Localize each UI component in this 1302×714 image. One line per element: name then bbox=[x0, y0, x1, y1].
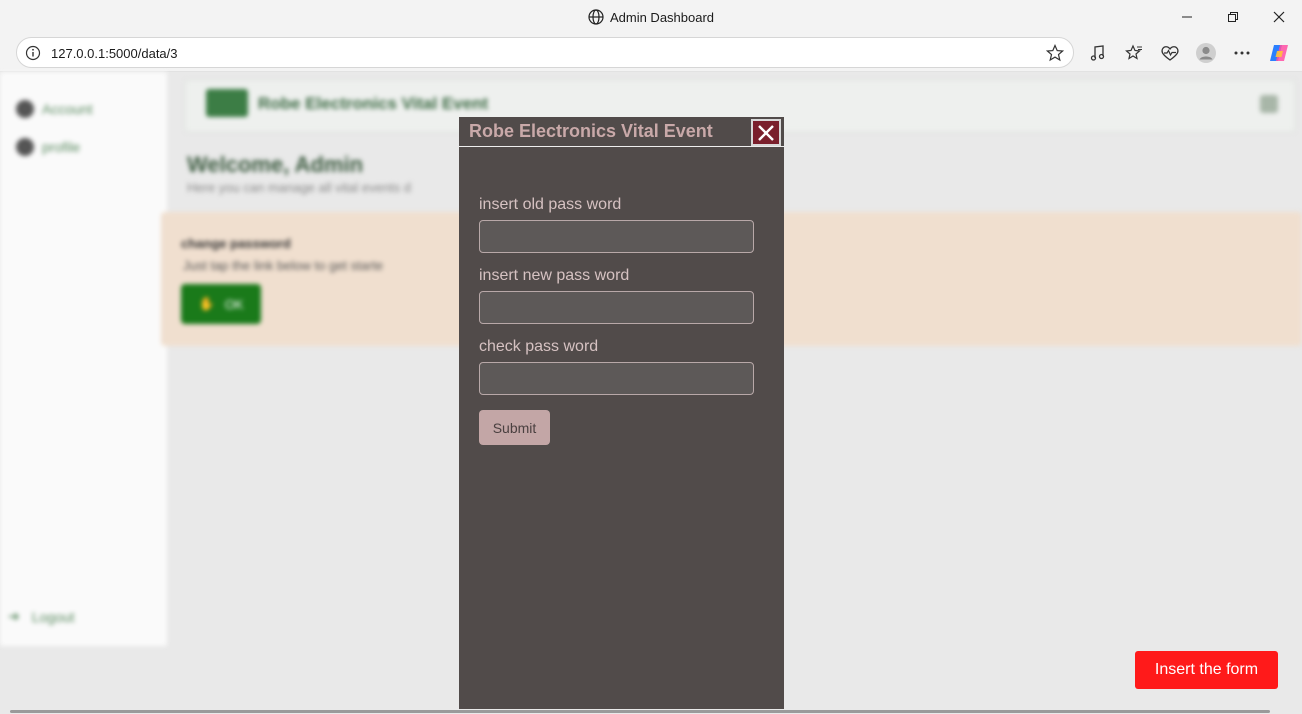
old-password-label: insert old pass word bbox=[479, 196, 622, 213]
restore-button[interactable] bbox=[1221, 6, 1245, 28]
alert-ok-button[interactable]: ✋ OK bbox=[181, 284, 261, 324]
insert-form-button[interactable]: Insert the form bbox=[1135, 651, 1278, 689]
browser-titlebar: Admin Dashboard bbox=[0, 0, 1302, 34]
new-password-label: insert new pass word bbox=[479, 267, 630, 284]
alert-button-label: OK bbox=[224, 296, 244, 312]
confirm-password-label: check pass word bbox=[479, 338, 599, 355]
favorite-star-icon[interactable] bbox=[1046, 44, 1064, 62]
close-window-button[interactable] bbox=[1267, 6, 1291, 28]
submit-button[interactable]: Submit bbox=[479, 410, 550, 445]
window-title-text: Admin Dashboard bbox=[609, 10, 715, 25]
restore-icon bbox=[1228, 12, 1238, 22]
new-password-input[interactable] bbox=[479, 291, 754, 324]
logout-link[interactable]: ➜ Logout bbox=[8, 608, 75, 625]
sidebar-item-label: profile bbox=[42, 139, 81, 155]
modal-close-button[interactable] bbox=[751, 119, 781, 146]
account-icon bbox=[16, 100, 34, 118]
more-options-icon[interactable] bbox=[1231, 42, 1253, 64]
menu-icon[interactable] bbox=[1260, 95, 1278, 113]
alert-text: Just tap the link below to get starte bbox=[183, 258, 384, 273]
site-info-icon[interactable] bbox=[25, 45, 41, 61]
media-icon[interactable] bbox=[1087, 42, 1109, 64]
logout-label: Logout bbox=[31, 608, 75, 625]
minimize-button[interactable] bbox=[1175, 6, 1199, 28]
welcome-heading: Welcome, Admin bbox=[187, 152, 364, 177]
modal-title: Robe Electronics Vital Event bbox=[469, 121, 713, 141]
close-icon bbox=[1273, 11, 1285, 23]
close-icon bbox=[758, 124, 774, 141]
logo bbox=[206, 89, 248, 117]
sidebar-item-label: Account bbox=[42, 101, 93, 117]
favorites-icon[interactable] bbox=[1123, 42, 1145, 64]
logout-icon: ➜ bbox=[8, 608, 20, 624]
window-title: Admin Dashboard bbox=[0, 9, 1302, 25]
url-text[interactable]: 127.0.0.1:5000/data/3 bbox=[51, 46, 178, 61]
horizontal-scrollbar[interactable] bbox=[10, 710, 1270, 713]
hand-icon: ✋ bbox=[198, 296, 215, 311]
minimize-icon bbox=[1182, 16, 1192, 18]
browser-toolbar: 127.0.0.1:5000/data/3 bbox=[0, 34, 1302, 72]
welcome-subtext: Here you can manage all vital events d bbox=[187, 180, 412, 195]
address-bar[interactable]: 127.0.0.1:5000/data/3 bbox=[16, 37, 1074, 68]
globe-icon bbox=[588, 9, 604, 25]
profile-icon bbox=[16, 138, 34, 156]
modal-header: Robe Electronics Vital Event bbox=[459, 117, 784, 147]
copilot-icon[interactable] bbox=[1268, 42, 1290, 64]
alert-heading: change password bbox=[181, 236, 291, 251]
sidebar-item-profile[interactable]: profile bbox=[16, 138, 80, 156]
health-icon[interactable] bbox=[1159, 42, 1181, 64]
sidebar: Account profile bbox=[0, 72, 167, 646]
profile-avatar-icon[interactable] bbox=[1195, 42, 1217, 64]
old-password-input[interactable] bbox=[479, 220, 754, 253]
brand-name: Robe Electronics Vital Event bbox=[258, 94, 489, 113]
confirm-password-input[interactable] bbox=[479, 362, 754, 395]
sidebar-item-account[interactable]: Account bbox=[16, 100, 93, 118]
change-password-modal: Robe Electronics Vital Event insert old … bbox=[459, 117, 784, 709]
